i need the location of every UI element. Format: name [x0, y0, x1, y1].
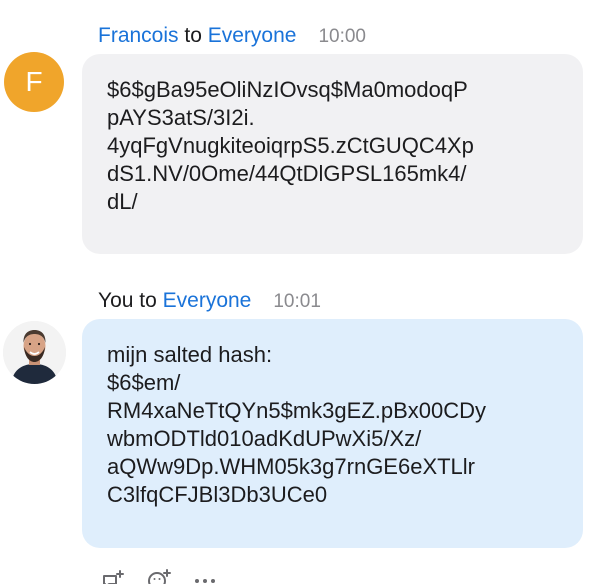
message-line: wbmODTld010adKdUPwXi5/Xz/: [107, 426, 422, 451]
message-line: $6$em/: [107, 370, 181, 395]
avatar[interactable]: [3, 321, 66, 384]
message-header: Francois to Everyone 10:00: [98, 24, 366, 48]
add-reply-icon[interactable]: [98, 566, 128, 584]
chat-panel: Francois to Everyone 10:00 F $6$gBa95eOl…: [0, 0, 610, 584]
profile-photo-icon: [3, 321, 66, 384]
to-label: to: [133, 289, 162, 313]
message-bubble[interactable]: $6$gBa95eOliNzIOvsq$Ma0modoqP pAYS3atS/3…: [82, 54, 583, 254]
to-label: to: [179, 24, 208, 48]
message-line: C3lfqCFJBl3Db3UCe0: [107, 482, 328, 507]
more-icon[interactable]: [190, 566, 220, 584]
message-time: 10:01: [273, 291, 321, 312]
message-actions: [98, 566, 220, 584]
avatar[interactable]: F: [4, 52, 64, 112]
add-reaction-icon[interactable]: [144, 566, 174, 584]
message-line: aQWw9Dp.WHM05k3g7rnGE6eXTLlr: [107, 454, 476, 479]
message-line: dS1.NV/0Ome/44QtDlGPSL165mk4/: [107, 161, 467, 186]
recipient-name[interactable]: Everyone: [163, 289, 252, 313]
avatar-initial: F: [25, 66, 43, 97]
message-header: You to Everyone 10:01: [98, 289, 321, 313]
message-line: pAYS3atS/3I2i.: [107, 105, 255, 130]
message-line: RM4xaNeTtQYn5$mk3gEZ.pBx00CDy: [107, 398, 487, 423]
message-line: 4yqFgVnugkiteoiqrpS5.zCtGUQC4Xp: [107, 133, 474, 158]
message-line: dL/: [107, 189, 138, 214]
recipient-name[interactable]: Everyone: [208, 24, 297, 48]
to-word: to: [139, 289, 157, 312]
message-bubble[interactable]: mijn salted hash: $6$em/ RM4xaNeTtQYn5$m…: [82, 319, 583, 548]
sender-name[interactable]: Francois: [98, 24, 179, 48]
to-word: to: [184, 24, 202, 47]
sender-name: You: [98, 289, 134, 312]
message-time: 10:00: [318, 26, 366, 47]
message-line: $6$gBa95eOliNzIOvsq$Ma0modoqP: [107, 77, 468, 102]
message-line: mijn salted hash:: [107, 342, 273, 367]
